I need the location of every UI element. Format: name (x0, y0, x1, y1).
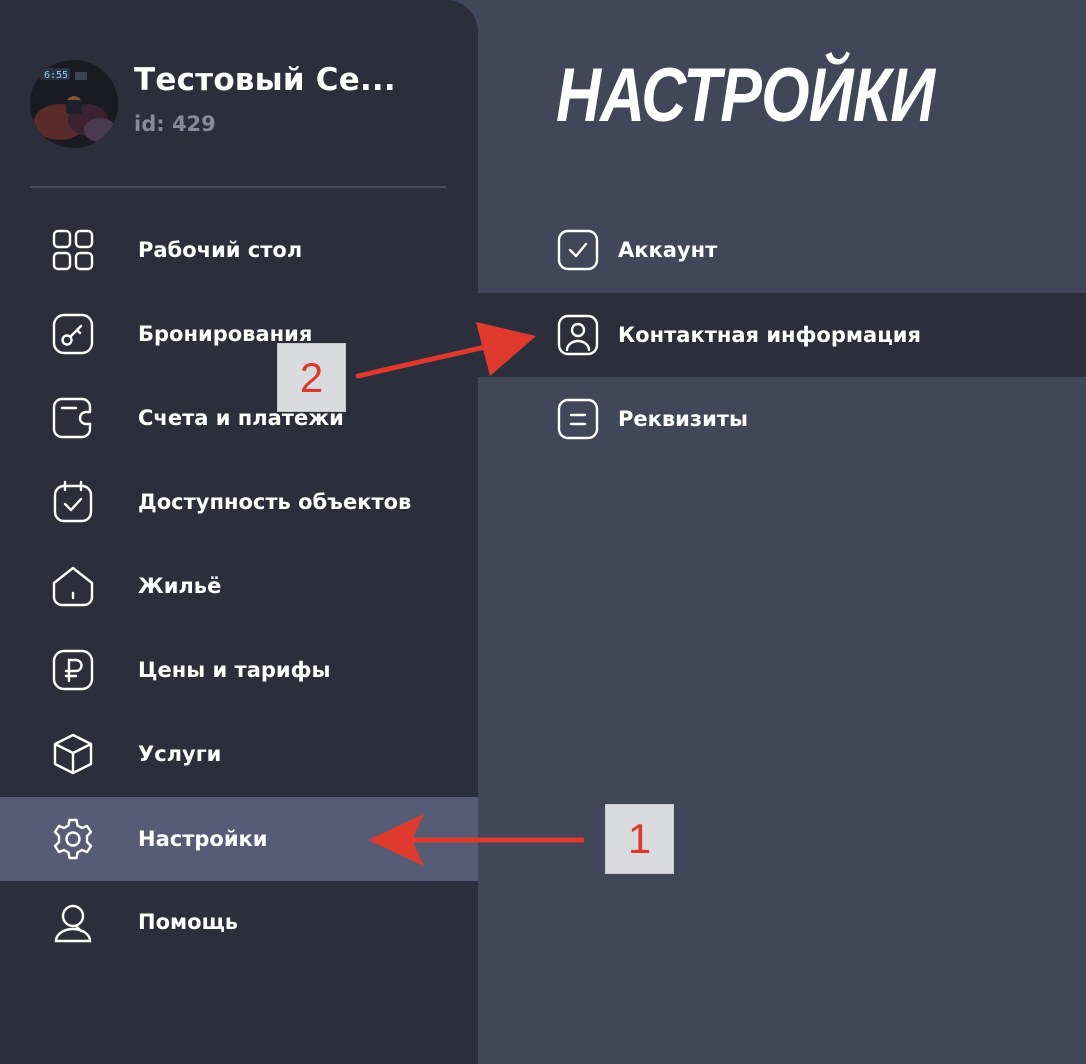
sidebar-item-housing[interactable]: Жильё (0, 544, 478, 628)
sidebar-item-help[interactable]: Помощь (0, 880, 478, 964)
settings-item-contact-info[interactable]: Контактная информация (478, 293, 1086, 377)
sidebar-item-label: Жильё (138, 574, 222, 598)
grid-icon (50, 227, 96, 273)
support-icon (50, 899, 96, 945)
sidebar-item-dashboard[interactable]: Рабочий стол (0, 208, 478, 292)
user-square-icon (556, 313, 600, 357)
settings-item-label: Контактная информация (618, 323, 921, 347)
settings-item-label: Реквизиты (618, 407, 748, 431)
sidebar: 6:55 Тестовый Се... id: 429 Рабочий стол (0, 0, 478, 1064)
sidebar-item-services[interactable]: Услуги (0, 712, 478, 796)
list-square-icon (556, 397, 600, 441)
settings-item-account[interactable]: Аккаунт (478, 208, 1086, 292)
user-id: id: 429 (134, 112, 216, 136)
box-icon (50, 731, 96, 777)
settings-item-requisites[interactable]: Реквизиты (478, 377, 1086, 461)
key-icon (50, 311, 96, 357)
avatar[interactable]: 6:55 (30, 60, 118, 148)
sidebar-item-label: Услуги (138, 742, 222, 766)
user-name: Тестовый Се... (134, 62, 396, 98)
wallet-icon (50, 395, 96, 441)
svg-text:6:55: 6:55 (44, 70, 68, 81)
sidebar-item-label: Цены и тарифы (138, 658, 331, 682)
callout-1: 1 (605, 804, 674, 874)
sidebar-item-prices[interactable]: Цены и тарифы (0, 628, 478, 712)
ruble-icon (50, 647, 96, 693)
sidebar-item-label: Настройки (138, 827, 268, 851)
sidebar-item-settings[interactable]: Настройки (0, 797, 478, 881)
sidebar-item-bookings[interactable]: Бронирования (0, 292, 478, 376)
check-square-icon (556, 228, 600, 272)
sidebar-item-label: Доступность объектов (138, 490, 412, 514)
sidebar-item-payments[interactable]: Счета и платежи (0, 376, 478, 460)
sidebar-item-label: Рабочий стол (138, 238, 303, 262)
callout-2: 2 (277, 343, 346, 412)
settings-item-label: Аккаунт (618, 238, 718, 262)
sidebar-item-label: Помощь (138, 910, 239, 934)
calendar-check-icon (50, 479, 96, 525)
divider (30, 186, 446, 188)
page-title: НАСТРОЙКИ (556, 53, 935, 138)
sidebar-item-availability[interactable]: Доступность объектов (0, 460, 478, 544)
home-icon (50, 563, 96, 609)
gear-icon (50, 816, 96, 862)
